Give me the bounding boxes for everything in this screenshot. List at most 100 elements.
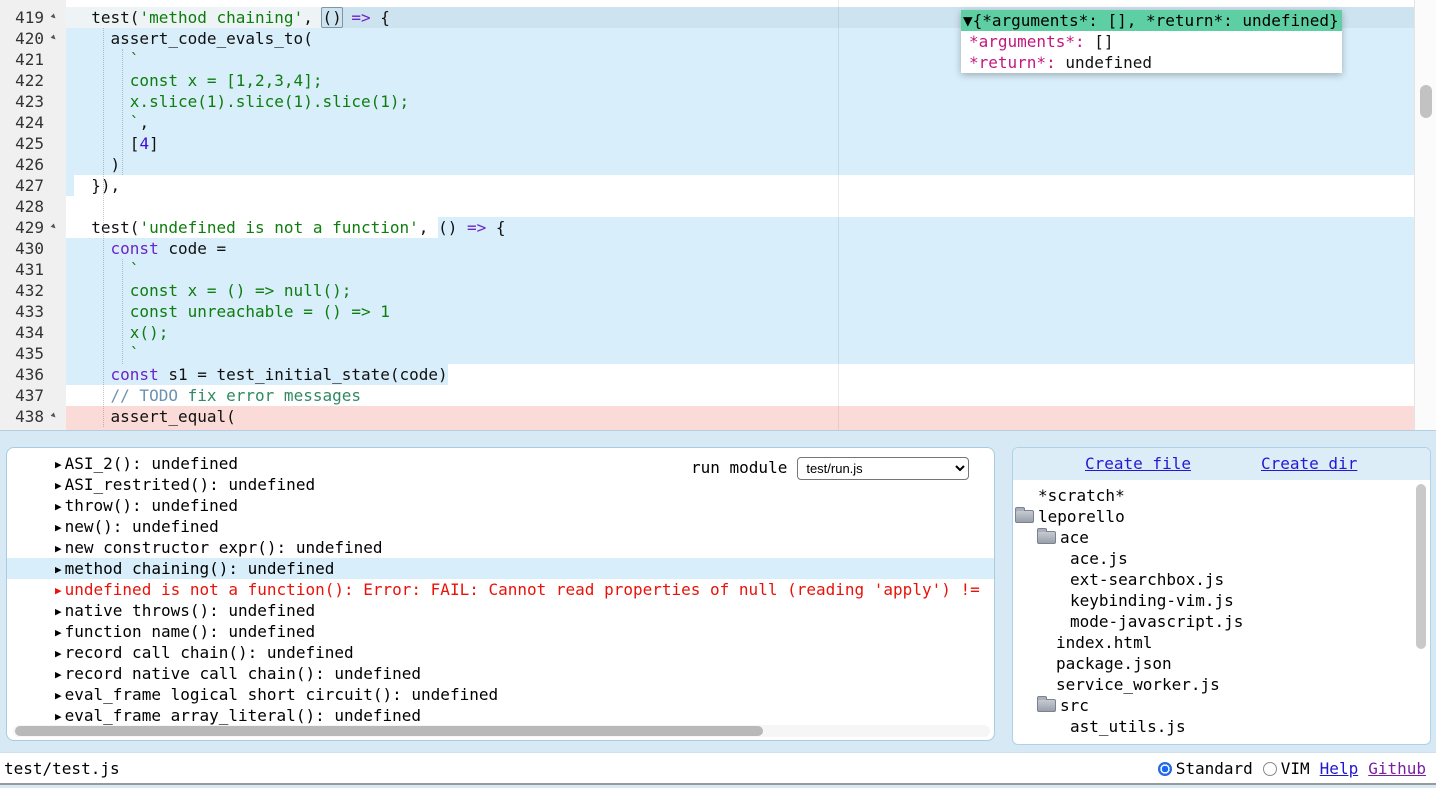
code-line-424[interactable]: `, xyxy=(66,112,1414,133)
file-tree-list[interactable]: *scratch*leporelloaceace.jsext-searchbox… xyxy=(1013,480,1430,737)
line-highlight xyxy=(66,112,1414,133)
fold-arrow-icon[interactable]: ▾ xyxy=(44,28,64,48)
expand-triangle-icon[interactable]: ▶ xyxy=(55,500,62,513)
value-inspector-popup[interactable]: ▼{*arguments*: [], *return*: undefined} … xyxy=(961,10,1342,73)
expand-triangle-icon[interactable]: ▶ xyxy=(55,563,62,576)
code-text: const s1 = test_initial_state(code) xyxy=(72,364,448,385)
editor-scrollbar-thumb[interactable] xyxy=(1420,85,1432,118)
keybinding-vim-option[interactable]: VIM xyxy=(1263,759,1310,778)
test-result-label: ASI_2(): undefined xyxy=(65,454,238,473)
test-result-label: throw(): undefined xyxy=(65,496,238,515)
file-tree-scrollbar[interactable] xyxy=(1415,484,1427,740)
tree-item-mode-javascript.js[interactable]: mode-javascript.js xyxy=(1013,611,1430,632)
code-line-426[interactable]: ) xyxy=(66,154,1414,175)
tree-item-service_worker.js[interactable]: service_worker.js xyxy=(1013,674,1430,695)
line-number: 430 xyxy=(0,238,44,259)
code-line-430[interactable]: const code = xyxy=(66,238,1414,259)
code-editor[interactable]: test('method chaining', () => { assert_c… xyxy=(0,0,1436,431)
run-module-select[interactable]: test/run.js xyxy=(797,457,969,480)
radio-vim-icon[interactable] xyxy=(1263,762,1277,776)
test-result-item[interactable]: ▶new constructor expr(): undefined xyxy=(7,537,995,558)
tree-item-package.json[interactable]: package.json xyxy=(1013,653,1430,674)
test-result-item[interactable]: ▶undefined is not a function(): Error: F… xyxy=(7,579,995,600)
test-result-label: method chaining(): undefined xyxy=(65,559,335,578)
code-line-433[interactable]: const unreachable = () => 1 xyxy=(66,301,1414,322)
test-result-item[interactable]: ▶eval_frame array_literal(): undefined xyxy=(7,705,995,726)
keybinding-standard-option[interactable]: Standard xyxy=(1158,759,1253,778)
code-line-429[interactable]: test('undefined is not a function', () =… xyxy=(66,217,1414,238)
code-line-438[interactable]: assert_equal( xyxy=(66,406,1414,427)
code-line-439[interactable]: root_calltree_node(s1).children[0] xyxy=(66,427,1414,431)
expand-triangle-icon[interactable]: ▶ xyxy=(55,458,62,471)
code-line-432[interactable]: const x = () => null(); xyxy=(66,280,1414,301)
expand-triangle-icon[interactable]: ▶ xyxy=(55,521,62,534)
expand-triangle-icon[interactable]: ▶ xyxy=(55,689,62,702)
value-popup-header[interactable]: ▼{*arguments*: [], *return*: undefined} xyxy=(961,10,1342,31)
test-result-item[interactable]: ▶method chaining(): undefined xyxy=(7,558,995,579)
test-result-item[interactable]: ▶native throws(): undefined xyxy=(7,600,995,621)
results-scrollbar-thumb[interactable] xyxy=(15,726,763,736)
test-result-item[interactable]: ▶throw(): undefined xyxy=(7,495,995,516)
github-link[interactable]: Github xyxy=(1368,759,1426,778)
line-number: 432 xyxy=(0,280,44,301)
tree-item-ext-searchbox.js[interactable]: ext-searchbox.js xyxy=(1013,569,1430,590)
keybinding-vim-label[interactable]: VIM xyxy=(1281,759,1310,778)
line-number: 426 xyxy=(0,154,44,175)
test-results-list[interactable]: ▶ASI_1(): undefined▶ASI_2(): undefined▶A… xyxy=(7,448,995,726)
code-line-422[interactable]: const x = [1,2,3,4]; xyxy=(66,70,1414,91)
tree-folder-ace[interactable]: ace xyxy=(1013,527,1430,548)
test-result-item[interactable]: ▶eval_frame logical short circuit(): und… xyxy=(7,684,995,705)
expand-triangle-icon[interactable]: ▶ xyxy=(55,710,62,723)
fold-arrow-icon[interactable]: ▾ xyxy=(44,217,64,237)
create-dir-link[interactable]: Create dir xyxy=(1261,454,1357,473)
editor-vertical-scrollbar[interactable] xyxy=(1414,0,1436,431)
results-horizontal-scrollbar[interactable] xyxy=(13,725,990,737)
radio-standard-icon[interactable] xyxy=(1158,762,1172,776)
file-tree-header: Create file Create dir xyxy=(1013,448,1430,480)
code-line-436[interactable]: const s1 = test_initial_state(code) xyxy=(66,364,1414,385)
tree-item-index.html[interactable]: index.html xyxy=(1013,632,1430,653)
code-text: root_calltree_node(s1).children[0] xyxy=(72,427,457,431)
tree-item-*scratch*[interactable]: *scratch* xyxy=(1013,485,1430,506)
fold-arrow-icon[interactable]: ▾ xyxy=(44,7,64,27)
code-text: // TODO fix error messages xyxy=(72,385,361,406)
fold-arrow-icon[interactable]: ▾ xyxy=(44,406,64,426)
gutter-line-435: 435 xyxy=(0,343,66,364)
code-text: ) xyxy=(72,154,120,175)
test-result-item[interactable]: ▶record call chain(): undefined xyxy=(7,642,995,663)
test-result-item[interactable]: ▶record native call chain(): undefined xyxy=(7,663,995,684)
code-line-428[interactable] xyxy=(66,196,1414,217)
expand-triangle-icon[interactable]: ▶ xyxy=(55,647,62,660)
tree-item-ast_utils.js[interactable]: ast_utils.js xyxy=(1013,716,1430,737)
expand-triangle-icon[interactable]: ▶ xyxy=(55,479,62,492)
tree-item-ace.js[interactable]: ace.js xyxy=(1013,548,1430,569)
expand-triangle-icon[interactable]: ▶ xyxy=(55,542,62,555)
code-line-427[interactable]: }), xyxy=(66,175,1414,196)
test-results-panel: ▶ASI_1(): undefined▶ASI_2(): undefined▶A… xyxy=(6,447,995,741)
test-result-item[interactable]: ▶function name(): undefined xyxy=(7,621,995,642)
code-text: ` xyxy=(72,343,139,364)
code-line-437[interactable]: // TODO fix error messages xyxy=(66,385,1414,406)
code-line-431[interactable]: ` xyxy=(66,259,1414,280)
code-line-423[interactable]: x.slice(1).slice(1).slice(1); xyxy=(66,91,1414,112)
tree-item-keybinding-vim.js[interactable]: keybinding-vim.js xyxy=(1013,590,1430,611)
line-number: 439 xyxy=(0,427,44,431)
tree-folder-src[interactable]: src xyxy=(1013,695,1430,716)
value-popup-row[interactable]: *arguments*: [] xyxy=(961,31,1342,52)
code-line-434[interactable]: x(); xyxy=(66,322,1414,343)
file-tree-scrollbar-thumb[interactable] xyxy=(1416,484,1426,649)
test-result-item[interactable]: ▶new(): undefined xyxy=(7,516,995,537)
expand-triangle-icon[interactable]: ▶ xyxy=(55,605,62,618)
create-file-link[interactable]: Create file xyxy=(1085,454,1191,473)
keybinding-standard-label[interactable]: Standard xyxy=(1176,759,1253,778)
tree-folder-leporello[interactable]: leporello xyxy=(1013,506,1430,527)
expand-triangle-icon[interactable]: ▶ xyxy=(55,584,62,597)
value-popup-row[interactable]: *return*: undefined xyxy=(961,52,1342,73)
code-line-435[interactable]: ` xyxy=(66,343,1414,364)
help-link[interactable]: Help xyxy=(1320,759,1359,778)
expand-triangle-icon[interactable]: ▶ xyxy=(55,626,62,639)
line-highlight xyxy=(66,259,1414,280)
code-line-425[interactable]: [4] xyxy=(66,133,1414,154)
code-text: x(); xyxy=(72,322,168,343)
expand-triangle-icon[interactable]: ▶ xyxy=(55,668,62,681)
